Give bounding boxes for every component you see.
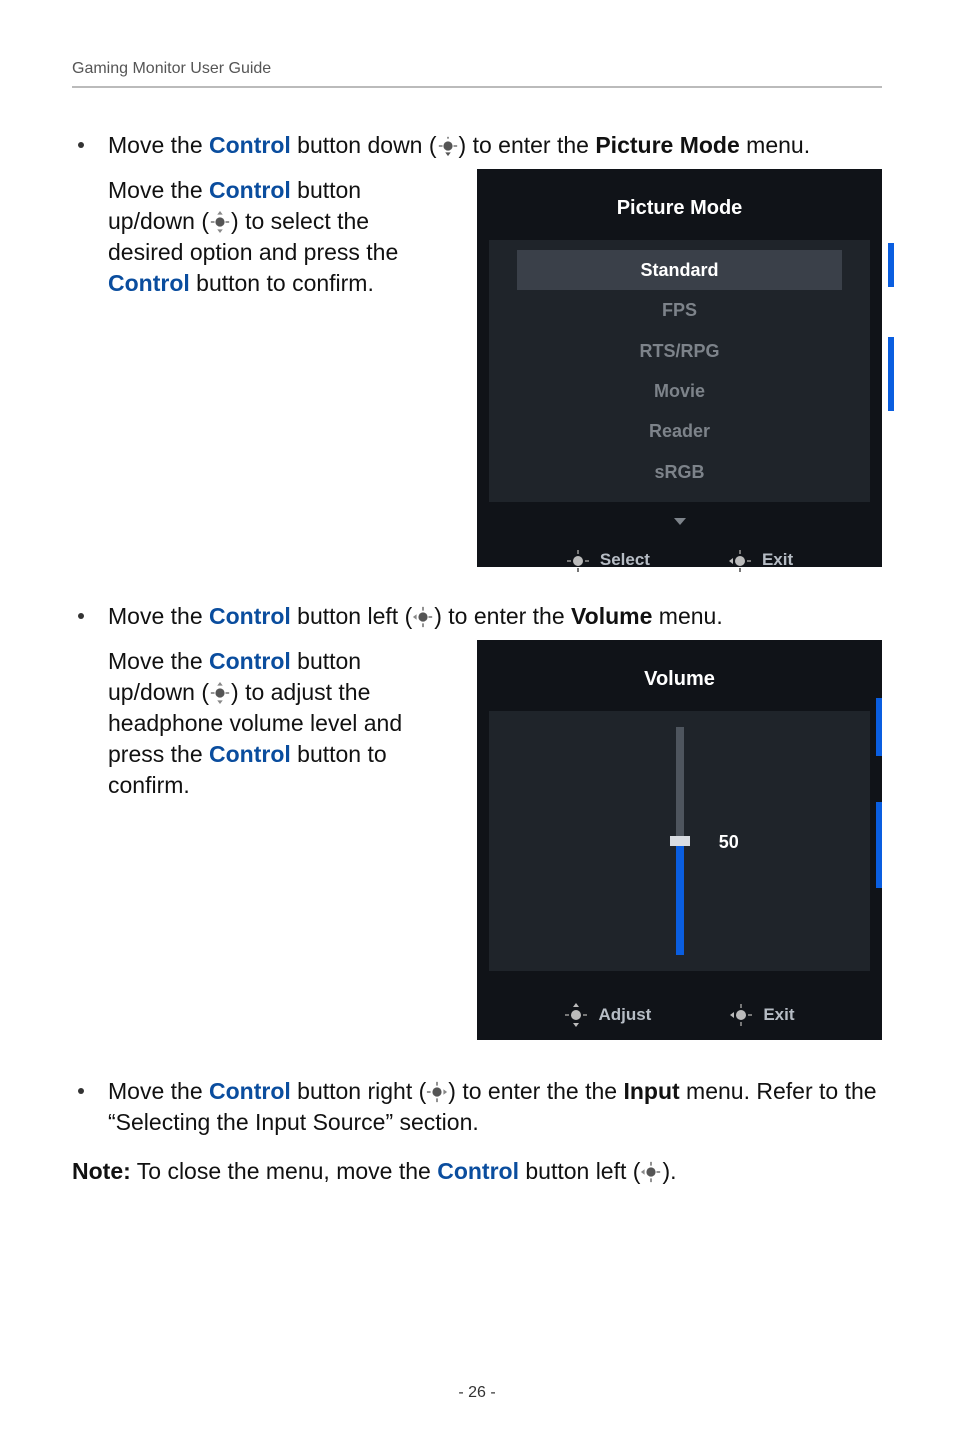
joystick-updown-icon [209,682,231,704]
text: Move the [108,603,209,629]
bullet-item-volume: Move the Control button left ( ) to enter… [72,601,882,1070]
osd-edge-marks [876,640,882,1040]
osd-edge-marks [888,169,894,567]
picture-mode-term: Picture Mode [595,132,739,158]
bullet-dot [78,142,84,148]
text: button left ( [519,1158,640,1184]
page-number: - 26 - [0,1384,954,1402]
osd-item-srgb[interactable]: sRGB [489,452,870,492]
text: menu. [740,132,810,158]
control-term: Control [108,270,190,296]
text: Move the [108,177,209,203]
osd-footer-exit: Exit [728,549,793,573]
input-term: Input [623,1078,679,1104]
bullet-item-picture-mode: Move the Control button down ( ) to enter… [72,130,882,597]
osd-title: Volume [477,640,882,711]
text: button to confirm. [190,270,374,296]
bullet-dot [78,1088,84,1094]
osd-item-reader[interactable]: Reader [489,411,870,451]
osd-footer-select-label: Select [600,549,650,572]
text: Move the [108,132,209,158]
control-term: Control [209,1078,291,1104]
osd-footer-exit-label: Exit [763,1004,794,1027]
text: ) to enter the [459,132,596,158]
osd-item-standard[interactable]: Standard [517,250,842,290]
volume-value: 50 [719,830,739,854]
joystick-right-icon [426,1081,448,1103]
osd-picture-mode: Picture Mode Standard FPS RTS/RPG Movie … [477,169,882,567]
osd-footer-adjust: Adjust [564,1003,651,1027]
control-term: Control [209,741,291,767]
text: Move the [108,648,209,674]
text: ) to enter the [434,603,571,629]
text: ) to enter the the [448,1078,623,1104]
text: button down ( [291,132,437,158]
text: menu. [652,603,722,629]
text: Move the [108,1078,209,1104]
note: Note: To close the menu, move the Contro… [72,1156,882,1187]
joystick-left-icon [640,1161,662,1183]
joystick-left-icon [412,606,434,628]
joystick-press-icon [566,549,590,573]
text: button right ( [291,1078,427,1104]
volume-term: Volume [571,603,652,629]
joystick-left-icon [729,1003,753,1027]
joystick-updown-icon [209,211,231,233]
header-title: Gaming Monitor User Guide [72,60,271,77]
page-header: Gaming Monitor User Guide [72,60,882,88]
text: button left ( [291,603,412,629]
volume-fill [676,841,684,955]
osd-footer-select: Select [566,549,650,573]
control-term: Control [209,648,291,674]
control-term: Control [209,177,291,203]
text: ). [662,1158,676,1184]
bullet-dot [78,613,84,619]
control-term: Control [209,132,291,158]
joystick-left-icon [728,549,752,573]
joystick-down-icon [437,135,459,157]
osd-footer-adjust-label: Adjust [598,1004,651,1027]
down-caret-icon [674,518,686,525]
control-term: Control [209,603,291,629]
note-label: Note: [72,1158,131,1184]
osd-item-fps[interactable]: FPS [489,290,870,330]
control-term: Control [437,1158,519,1184]
text: To close the menu, move the [131,1158,437,1184]
bullet-item-input: Move the Control button right ( ) to ente… [72,1076,882,1138]
osd-item-movie[interactable]: Movie [489,371,870,411]
joystick-updown-icon [564,1003,588,1027]
volume-knob[interactable] [670,836,690,846]
osd-title: Picture Mode [477,169,882,240]
osd-item-rtsrpg[interactable]: RTS/RPG [489,331,870,371]
osd-footer-exit-label: Exit [762,549,793,572]
osd-footer-exit: Exit [729,1003,794,1027]
osd-volume: Volume 50 [477,640,882,1040]
